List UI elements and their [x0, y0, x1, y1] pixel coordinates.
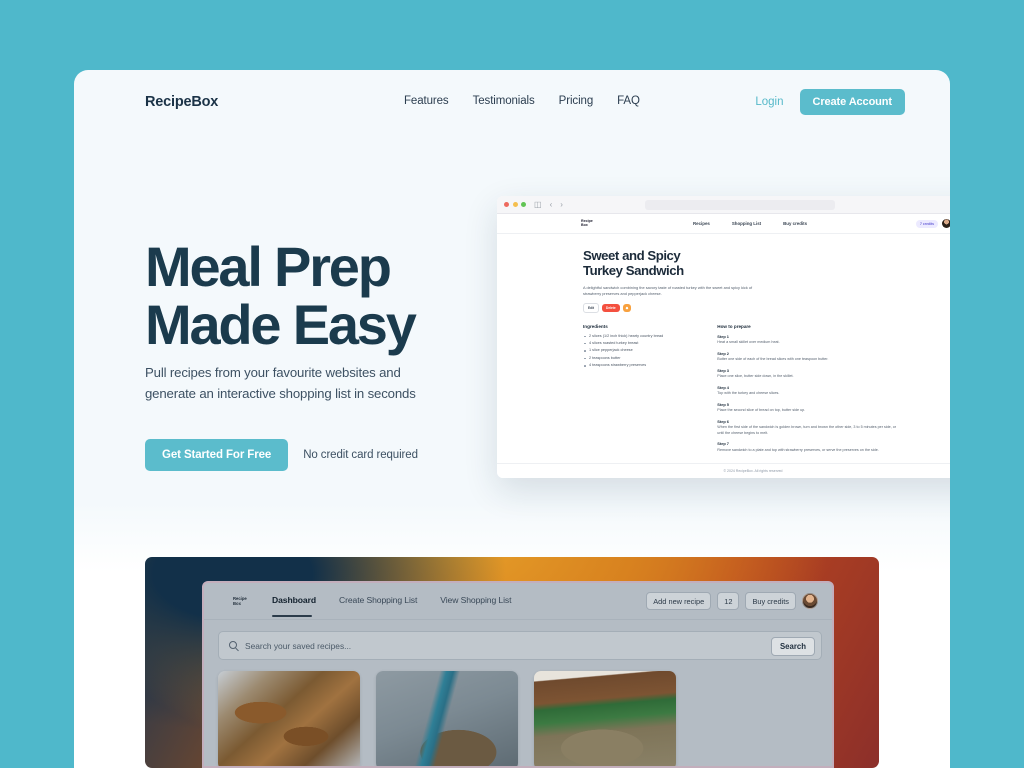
- login-link[interactable]: Login: [755, 96, 783, 108]
- delete-button[interactable]: Delete: [602, 303, 620, 312]
- step-text: Place one slice, butter side down, in th…: [717, 374, 794, 379]
- recipe-actions: Edit Delete ☗: [583, 302, 923, 313]
- mockup-app-nav: Recipe Box Recipes Shopping List Buy cre…: [497, 214, 950, 234]
- recipe-card-grid: [218, 671, 676, 766]
- dashboard-panel: Recipe Box Dashboard Create Shopping Lis…: [202, 581, 834, 768]
- nav-link-faq[interactable]: FAQ: [617, 95, 640, 107]
- list-item: 4 slices roasted turkey breast: [583, 340, 663, 347]
- recipe-card[interactable]: [376, 671, 518, 766]
- back-arrow-icon[interactable]: ‹: [550, 200, 553, 209]
- step-label: Step 7: [717, 441, 729, 447]
- step-label: Step 3: [717, 367, 729, 373]
- sidebar-toggle-icon[interactable]: ◫: [534, 200, 542, 209]
- print-icon[interactable]: ☗: [622, 303, 632, 312]
- url-bar[interactable]: [645, 200, 835, 210]
- navbar-actions: Login Create Account: [755, 89, 905, 115]
- tab-create-shopping-list[interactable]: Create Shopping List: [339, 595, 417, 605]
- step-label: Step 6: [717, 418, 729, 424]
- list-item: 4 teaspoons strawberry preserves: [583, 362, 663, 369]
- copyright-text: © 2024 RecipeBox. All rights reserved: [723, 469, 783, 473]
- list-item: 1 slice pepperjack cheese: [583, 347, 663, 354]
- ingredients-heading: Ingredients: [583, 323, 608, 329]
- forward-arrow-icon[interactable]: ›: [560, 200, 563, 209]
- step-label: Step 1: [717, 333, 729, 339]
- recipe-card[interactable]: [218, 671, 360, 766]
- search-input[interactable]: Search your saved recipes...: [245, 641, 351, 651]
- nav-links: Features Testimonials Pricing FAQ: [404, 95, 640, 107]
- hero-subtitle: Pull recipes from your favourite website…: [145, 365, 416, 402]
- list-item: 2 teaspoons butter: [583, 355, 663, 362]
- step-label: Step 2: [717, 350, 729, 356]
- recipe-columns: Ingredients 2 slices (1/2 inch thick) he…: [583, 324, 923, 454]
- steps-heading: How to prepare: [717, 323, 751, 329]
- navbar: RecipeBox Features Testimonials Pricing …: [74, 70, 950, 134]
- add-new-recipe-button[interactable]: Add new recipe: [646, 592, 712, 610]
- cta-note: No credit card required: [303, 449, 418, 461]
- nav-link-testimonials[interactable]: Testimonials: [473, 95, 535, 107]
- brand-logo[interactable]: RecipeBox: [145, 94, 218, 110]
- dashboard-screenshot: Recipe Box Dashboard Create Shopping Lis…: [145, 557, 879, 768]
- dashboard-nav-links: Dashboard Create Shopping List View Shop…: [272, 595, 512, 605]
- mockup-nav-buy-credits[interactable]: Buy credits: [783, 221, 807, 226]
- edit-button[interactable]: Edit: [583, 302, 600, 313]
- search-bar[interactable]: Search your saved recipes... Search: [218, 631, 822, 660]
- browser-chrome: ◫ ‹ › ◎ ⇧: [497, 196, 950, 214]
- nav-link-features[interactable]: Features: [404, 95, 449, 107]
- mockup-nav-right: 7 credits: [916, 219, 950, 228]
- landing-page-card: RecipeBox Features Testimonials Pricing …: [74, 70, 950, 768]
- step-label: Step 4: [717, 384, 729, 390]
- list-item: 2 slices (1/2 inch thick) hearty country…: [583, 333, 663, 340]
- search-icon: [229, 641, 237, 649]
- mockup-nav-shopping-list[interactable]: Shopping List: [732, 221, 761, 226]
- ingredients-column: Ingredients 2 slices (1/2 inch thick) he…: [583, 324, 663, 454]
- avatar[interactable]: [942, 219, 950, 228]
- dashboard-nav-actions: Add new recipe 12 Buy credits: [646, 592, 818, 610]
- maximize-icon: [521, 202, 526, 207]
- get-started-button[interactable]: Get Started For Free: [145, 439, 289, 471]
- nav-link-pricing[interactable]: Pricing: [559, 95, 594, 107]
- step-text: Top with the turkey and cheese slices.: [717, 391, 780, 396]
- step-text: Place the second slice of bread on top, …: [717, 408, 806, 413]
- traffic-lights: [504, 202, 526, 207]
- steps-column: How to prepare Step 1 Heat a small skill…: [717, 324, 899, 454]
- create-account-button[interactable]: Create Account: [799, 89, 905, 115]
- step-text: Remove sandwich to a plate and top with …: [717, 447, 879, 452]
- tab-dashboard[interactable]: Dashboard: [272, 595, 316, 605]
- buy-credits-button[interactable]: Buy credits: [745, 592, 796, 610]
- dashboard-logo[interactable]: Recipe Box: [233, 596, 247, 607]
- mockup-nav-links: Recipes Shopping List Buy credits: [693, 221, 807, 226]
- avatar[interactable]: [802, 593, 818, 609]
- browser-mockup: ◫ ‹ › ◎ ⇧ Recipe Box Recipes Shopping Li…: [497, 196, 950, 478]
- hero-title: Meal Prep Made Easy: [145, 235, 417, 357]
- search-button[interactable]: Search: [770, 637, 815, 656]
- recipe-detail: Sweet and Spicy Turkey Sandwich A deligh…: [497, 234, 950, 453]
- dashboard-nav: Recipe Box Dashboard Create Shopping Lis…: [204, 583, 832, 620]
- step-label: Step 5: [717, 401, 729, 407]
- credits-badge: 7 credits: [916, 219, 938, 228]
- active-tab-indicator: [272, 615, 312, 617]
- step-text: When the first side of the sandwich is g…: [717, 425, 897, 435]
- recipe-card[interactable]: [534, 671, 676, 766]
- mockup-nav-recipes[interactable]: Recipes: [693, 221, 710, 226]
- mockup-footer: © 2024 RecipeBox. All rights reserved: [497, 463, 950, 478]
- minimize-icon: [512, 202, 518, 207]
- step-text: Heat a small skillet over medium heat.: [717, 340, 780, 344]
- hero-cta-row: Get Started For Free No credit card requ…: [145, 439, 418, 471]
- credits-count-badge: 12: [717, 592, 740, 610]
- ingredients-list: 2 slices (1/2 inch thick) hearty country…: [583, 333, 663, 370]
- mockup-logo[interactable]: Recipe Box: [581, 219, 593, 228]
- recipe-description: A delightful sandwich combining the savo…: [583, 284, 753, 297]
- tab-view-shopping-list[interactable]: View Shopping List: [440, 595, 511, 605]
- close-icon: [504, 202, 509, 207]
- recipe-title: Sweet and Spicy Turkey Sandwich: [583, 248, 684, 279]
- step-text: Butter one side of each of the bread sli…: [717, 357, 829, 362]
